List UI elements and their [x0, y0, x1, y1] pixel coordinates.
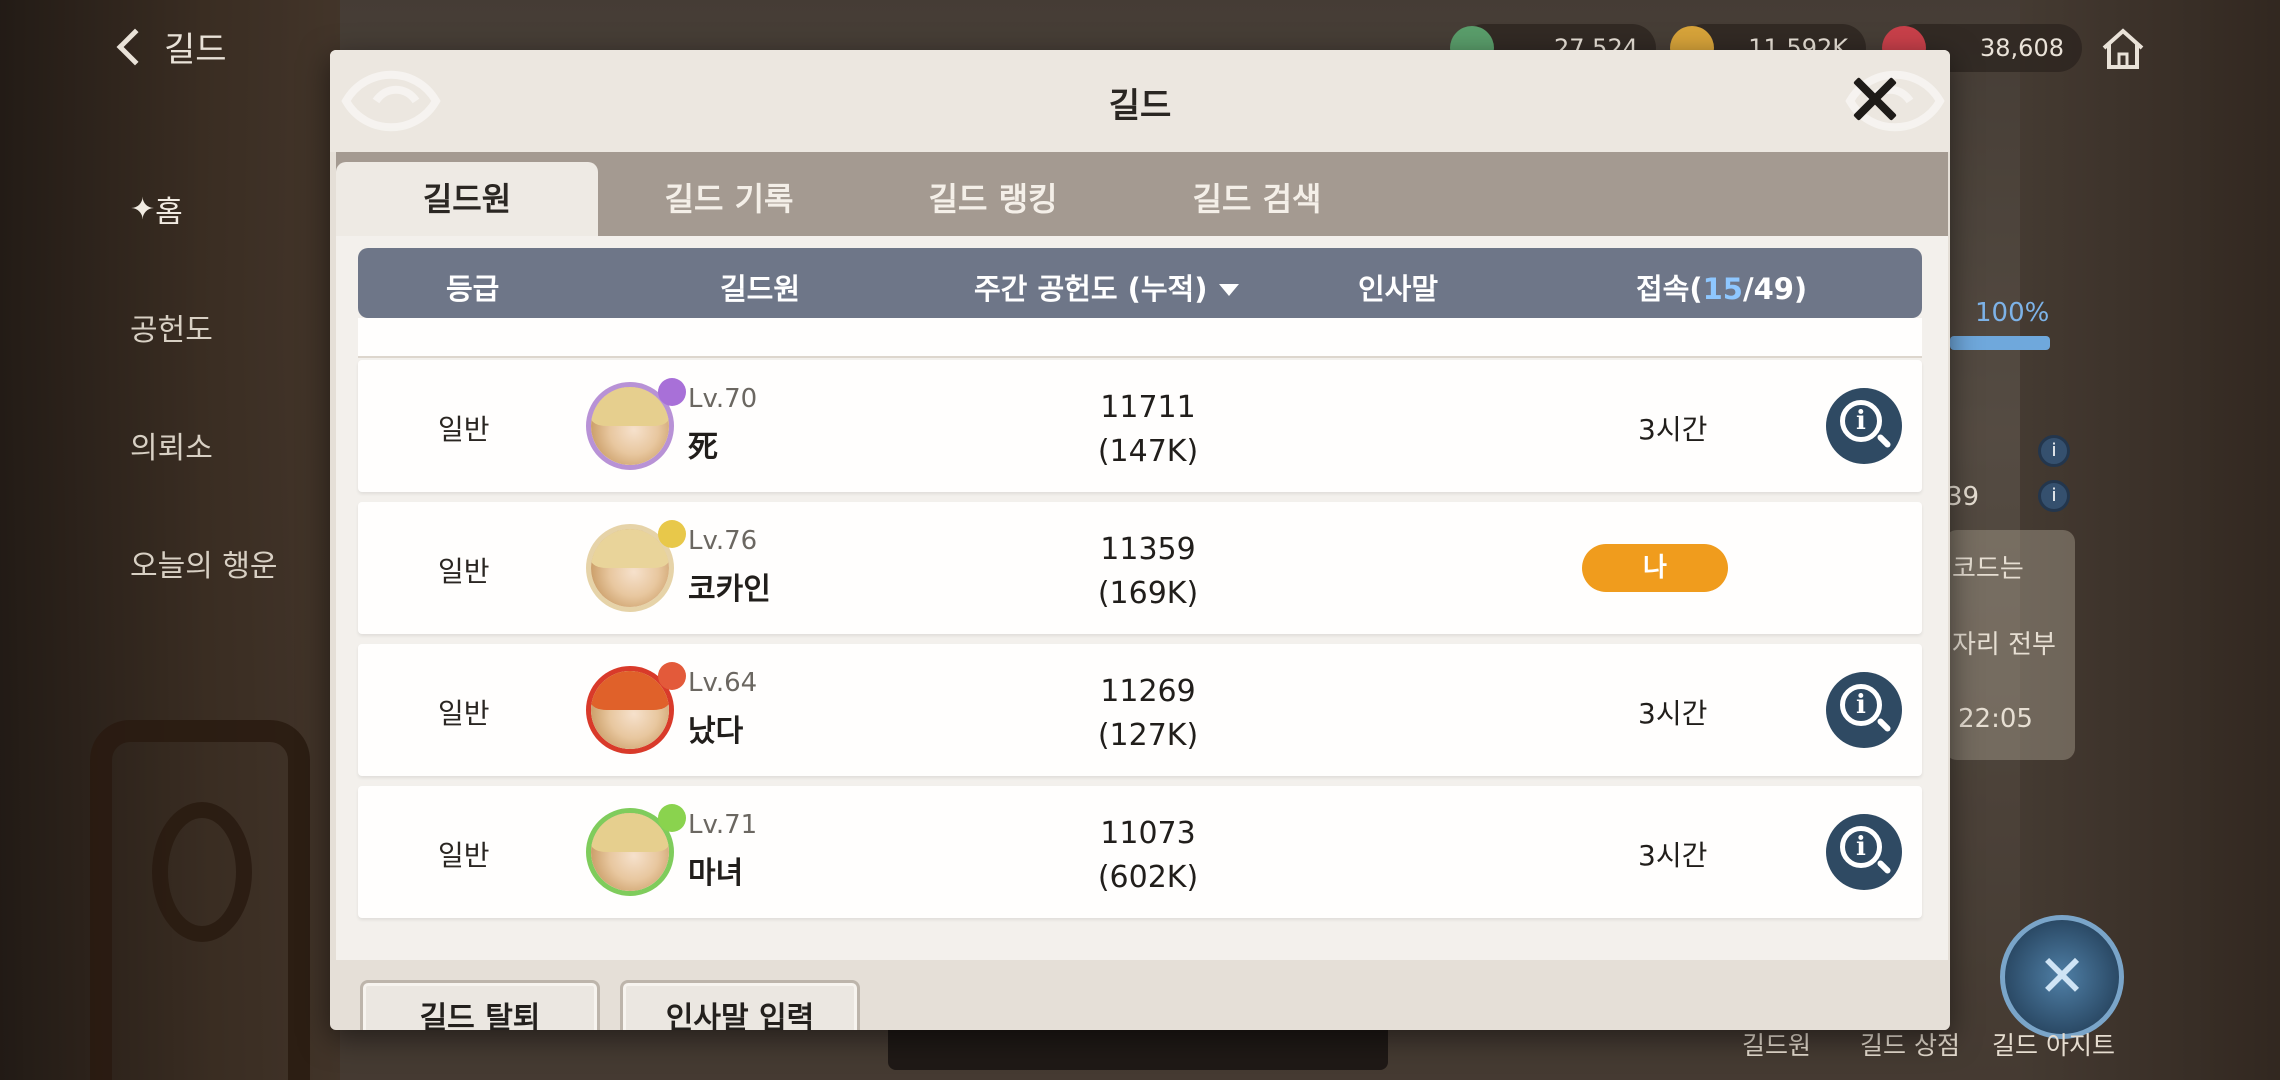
table-row[interactable]: 일반 Lv.64 났다 11269 (127K) 3시간 i — [358, 644, 1922, 776]
sparkle-icon: ✦ — [130, 191, 156, 227]
element-badge-icon — [658, 378, 686, 406]
online-count: 15 — [1702, 272, 1743, 306]
member-last-access: 3시간 — [1638, 697, 1708, 730]
member-grade: 일반 — [438, 413, 490, 446]
modal-header: 길드 — [330, 50, 1950, 152]
member-level: Lv.70 — [688, 384, 758, 414]
right-panel-value: 39 — [1946, 482, 1980, 512]
modal-title: 길드 — [1108, 86, 1172, 126]
right-panel-progress-bar — [1950, 336, 2050, 350]
column-header-greeting[interactable]: 인사말 — [1358, 266, 1438, 308]
right-panel-notice-line1: 코드는 — [1952, 554, 2024, 584]
tab-guild-ranking[interactable]: 길드 랭킹 — [862, 162, 1124, 236]
member-contribution: 11073 (602K) — [1048, 812, 1248, 900]
element-badge-icon — [658, 804, 686, 832]
cumulative-contribution: (169K) — [1097, 576, 1199, 611]
bottom-nav-members[interactable]: 길드원 — [1742, 1026, 1811, 1062]
info-magnifier-icon: i — [1840, 684, 1882, 726]
side-menu-daily-luck[interactable]: 오늘의 행운 — [130, 504, 278, 622]
column-header-access[interactable]: 접속(15/49) — [1636, 266, 1807, 308]
side-menu-requests[interactable]: 의뢰소 — [130, 386, 278, 504]
table-row[interactable]: 일반 Lv.71 마녀 11073 (602K) 3시간 i — [358, 786, 1922, 918]
member-contribution: 11711 (147K) — [1048, 386, 1248, 474]
close-icon[interactable] — [1844, 70, 1902, 128]
weekly-contribution: 11073 — [1100, 816, 1196, 851]
cumulative-contribution: (127K) — [1097, 718, 1199, 753]
member-grade: 일반 — [438, 839, 490, 872]
member-level: Lv.71 — [688, 810, 758, 840]
table-row[interactable]: 일반 Lv.76 코카인 11359 (169K) 나 — [358, 502, 1922, 634]
right-panel-time: 22:05 — [1958, 704, 2033, 734]
member-name: 났다 — [688, 714, 744, 749]
me-badge: 나 — [1582, 544, 1728, 592]
member-last-access: 3시간 — [1638, 413, 1708, 446]
member-contribution: 11269 (127K) — [1048, 670, 1248, 758]
tab-guild-members[interactable]: 길드원 — [336, 162, 598, 236]
cumulative-contribution: (147K) — [1097, 434, 1199, 469]
side-menu-home[interactable]: ✦ 홈 — [130, 150, 278, 268]
table-row-partial — [358, 318, 1922, 358]
weekly-contribution: 11269 — [1100, 674, 1196, 709]
info-icon[interactable]: i — [2038, 480, 2070, 512]
info-magnifier-icon: i — [1840, 400, 1882, 442]
member-grade: 일반 — [438, 697, 490, 730]
tab-guild-records[interactable]: 길드 기록 — [598, 162, 860, 236]
member-grade: 일반 — [438, 555, 490, 588]
table-header: 등급 길드원 주간 공헌도 (누적) 인사말 접속(15/49) — [358, 248, 1922, 318]
member-level: Lv.64 — [688, 668, 758, 698]
back-button[interactable]: 길드 — [116, 22, 227, 71]
bottom-nav-guild-hideout[interactable]: 길드 아지트 — [1992, 1026, 2115, 1062]
tab-guild-search[interactable]: 길드 검색 — [1126, 162, 1388, 236]
enter-greeting-button[interactable]: 인사말 입력 — [620, 980, 860, 1030]
info-magnifier-icon: i — [1840, 826, 1882, 868]
member-info-button[interactable]: i — [1826, 388, 1902, 464]
bottom-nav-guild-shop[interactable]: 길드 상점 — [1860, 1026, 1960, 1062]
home-icon[interactable] — [2100, 26, 2146, 72]
member-info-button[interactable]: i — [1826, 814, 1902, 890]
member-info-button[interactable]: i — [1826, 672, 1902, 748]
member-level: Lv.76 — [688, 526, 758, 556]
tab-bar: 길드원 길드 기록 길드 랭킹 길드 검색 — [336, 152, 1948, 236]
sort-descending-icon — [1219, 284, 1240, 296]
chevron-left-icon — [116, 28, 154, 65]
info-icon[interactable]: i — [2038, 435, 2070, 467]
right-panel-percent: 100% — [1975, 298, 2050, 328]
member-last-access: 3시간 — [1638, 839, 1708, 872]
guild-side-menu: ✦ 홈 공헌도 의뢰소 오늘의 행운 — [130, 150, 278, 622]
right-panel-notice-line2: 자리 전부 — [1952, 630, 2056, 660]
weekly-contribution: 11359 — [1100, 532, 1196, 567]
side-menu-contribution[interactable]: 공헌도 — [130, 268, 278, 386]
leave-guild-button[interactable]: 길드 탈퇴 — [360, 980, 600, 1030]
column-header-member[interactable]: 길드원 — [720, 266, 800, 308]
member-name: 마녀 — [688, 856, 744, 891]
column-header-contribution[interactable]: 주간 공헌도 (누적) — [974, 266, 1240, 308]
guild-hideout-emblem-icon[interactable] — [2000, 915, 2124, 1039]
cumulative-contribution: (602K) — [1097, 860, 1199, 895]
column-header-grade[interactable]: 등급 — [446, 266, 499, 308]
element-badge-icon — [658, 662, 686, 690]
guild-modal: 길드 길드원 길드 기록 길드 랭킹 길드 검색 등급 길드원 주간 공헌도 (… — [330, 50, 1950, 1030]
member-contribution: 11359 (169K) — [1048, 528, 1248, 616]
member-name: 死 — [688, 430, 718, 465]
weekly-contribution: 11711 — [1100, 390, 1196, 425]
back-button-label: 길드 — [164, 30, 227, 70]
element-badge-icon — [658, 520, 686, 548]
table-row[interactable]: 일반 Lv.70 死 11711 (147K) 3시간 i — [358, 360, 1922, 492]
member-name: 코카인 — [688, 572, 771, 607]
